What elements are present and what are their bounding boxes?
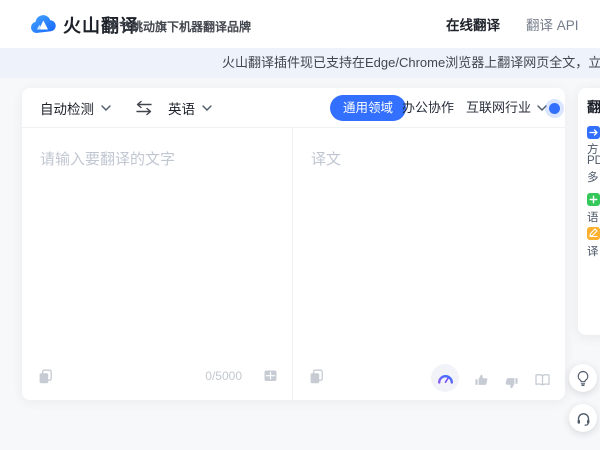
- result-footer: [293, 366, 565, 390]
- source-panel: 0/5000: [22, 128, 292, 400]
- brand-tagline: 字节跳动旗下机器翻译品牌: [107, 18, 251, 35]
- dictionary-book-icon[interactable]: [534, 373, 551, 387]
- chevron-down-icon: [537, 105, 547, 111]
- gauge-icon: [437, 371, 454, 385]
- domain-tab-office[interactable]: 办公协作: [402, 88, 454, 128]
- toolbar: 自动检测 英语 通用领域 办公协作 互联网行业: [22, 88, 565, 128]
- top-nav: 在线翻译 翻译 API 视频翻译: [446, 0, 600, 48]
- copy-result-icon[interactable]: [309, 369, 324, 384]
- volcano-logo-icon: [30, 13, 56, 37]
- chevron-down-icon: [101, 105, 111, 111]
- char-counter: 0/5000: [205, 369, 242, 383]
- thumbs-up-icon[interactable]: [474, 373, 489, 388]
- nav-translate-api[interactable]: 翻译 API: [526, 14, 579, 34]
- tips-lightbulb-button[interactable]: [569, 364, 597, 392]
- source-text-input[interactable]: [22, 128, 292, 358]
- sidebar-item-line: 语: [587, 209, 599, 225]
- thumbs-down-icon[interactable]: [504, 375, 519, 390]
- swap-languages-icon[interactable]: [133, 99, 155, 117]
- nav-online-translate[interactable]: 在线翻译: [446, 14, 500, 34]
- result-placeholder: 译文: [293, 128, 565, 169]
- sidebar-item-line: 多: [587, 169, 599, 185]
- banner-text: 火山翻译插件现已支持在Edge/Chrome浏览器上翻译网页全文，立即安装体验吧: [222, 48, 600, 78]
- header: 火山翻译 字节跳动旗下机器翻译品牌 在线翻译 翻译 API 视频翻译: [0, 0, 600, 48]
- document-translate-icon[interactable]: [587, 126, 600, 139]
- post-edit-icon[interactable]: [587, 227, 600, 240]
- domain-tab-internet[interactable]: 互联网行业: [466, 88, 547, 128]
- sidebar-title: 翻: [587, 97, 600, 117]
- source-footer: 0/5000: [22, 366, 292, 390]
- headset-icon: [576, 411, 591, 426]
- sidebar-item-line: 译: [587, 243, 599, 259]
- lightbulb-icon: [576, 370, 590, 386]
- feature-sidebar: 翻 方 PD 多 语 译: [578, 88, 600, 335]
- domain-indicator-dot[interactable]: [549, 103, 560, 114]
- source-language-label: 自动检测: [40, 98, 94, 118]
- sidebar-item-line: PD: [587, 155, 600, 167]
- domain-tab-general[interactable]: 通用领域: [330, 95, 406, 121]
- translator-card: 自动检测 英语 通用领域 办公协作 互联网行业: [22, 88, 565, 400]
- domain-tab-internet-label: 互联网行业: [466, 88, 531, 128]
- grid-keyboard-icon[interactable]: [263, 368, 278, 383]
- paste-copy-icon[interactable]: [38, 369, 53, 384]
- source-language-select[interactable]: 自动检测: [40, 88, 111, 128]
- customer-service-button[interactable]: [569, 404, 597, 432]
- quality-score-button[interactable]: [431, 364, 459, 392]
- result-panel: 译文: [292, 128, 565, 400]
- chevron-down-icon: [202, 105, 212, 111]
- glossary-plus-icon[interactable]: [587, 193, 600, 206]
- target-language-label: 英语: [168, 98, 195, 118]
- plugin-notice-banner[interactable]: 火山翻译插件现已支持在Edge/Chrome浏览器上翻译网页全文，立即安装体验吧: [0, 48, 600, 78]
- target-language-select[interactable]: 英语: [168, 88, 212, 128]
